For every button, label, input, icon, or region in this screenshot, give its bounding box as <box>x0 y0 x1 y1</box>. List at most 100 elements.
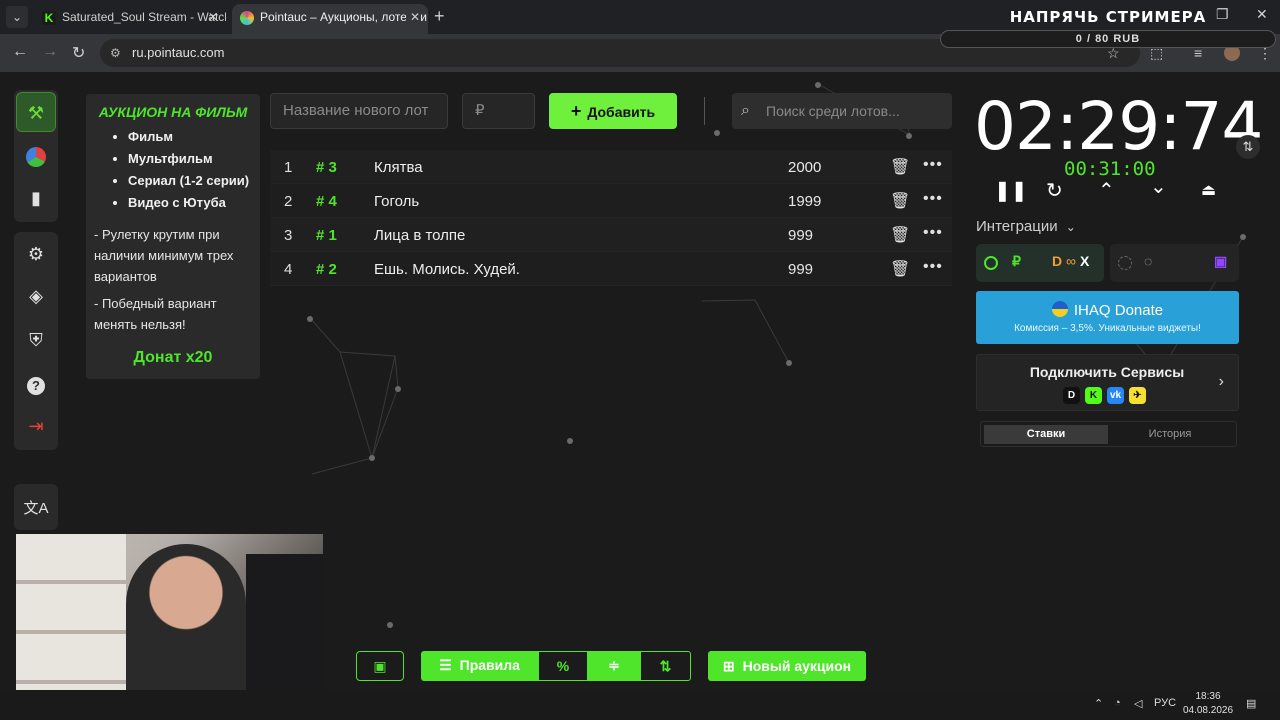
chevron-down-icon[interactable]: ⌄ <box>1150 174 1167 199</box>
lot-id: # 2 <box>316 261 337 278</box>
trash-icon[interactable]: 🗑 <box>890 191 910 211</box>
table-row[interactable]: 4 # 2 Ешь. Молись. Худей. 999 🗑 ••• <box>270 252 952 286</box>
integrations-inactive-group: ◌ ▣ <box>1110 244 1239 282</box>
tab-search-chevron-icon[interactable]: ⌄ <box>6 6 28 28</box>
double-chevron-up-icon[interactable]: ⏏ <box>1201 180 1216 200</box>
donatepay-icon[interactable]: ₽ <box>1012 253 1021 270</box>
list-item: Мультфильм <box>128 148 252 170</box>
volume-icon[interactable]: ◁ <box>1134 697 1142 710</box>
sidebar-item-help[interactable]: ? <box>16 364 56 404</box>
radio-selected-icon[interactable] <box>984 256 998 270</box>
boosty-icon: ✈ <box>1129 387 1146 404</box>
donatehub-icon: D <box>1063 387 1080 404</box>
lot-amount[interactable]: 999 <box>788 261 813 278</box>
close-icon[interactable]: ✕ <box>208 4 218 30</box>
more-options-icon[interactable]: ••• <box>923 258 943 276</box>
swap-icon[interactable]: ⇅ <box>1236 135 1260 159</box>
tab-history[interactable]: История <box>1108 425 1232 444</box>
more-options-icon[interactable]: ••• <box>923 224 943 242</box>
sidebar-item-layers[interactable]: ◈ <box>16 276 56 316</box>
layers-icon: ◈ <box>29 286 43 306</box>
reload-icon[interactable]: ↻ <box>72 43 85 63</box>
lot-amount[interactable]: 2000 <box>788 159 821 176</box>
translate-icon: 文A <box>23 500 49 517</box>
secondary-timer: 00:31:00 <box>1064 158 1156 180</box>
twitch-icon[interactable]: ▣ <box>1214 253 1227 270</box>
new-auction-button[interactable]: ⊞ Новый аукцион <box>708 651 866 681</box>
url-text: ru.pointauc.com <box>132 45 225 60</box>
sidebar-item-auction[interactable]: ⚒ <box>16 92 56 132</box>
taskbar-clock[interactable]: 18:36 04.08.2026 <box>1180 690 1236 718</box>
plus-icon: + <box>570 101 582 121</box>
ihaq-donate-banner[interactable]: IHAQ Donate Комиссия – 3,5%. Уникальные … <box>976 291 1239 344</box>
sidebar-item-logout[interactable]: ⇥ <box>16 406 56 446</box>
donationalerts-icon[interactable]: D <box>1052 253 1062 269</box>
loading-icon[interactable]: ◌ <box>1144 253 1152 269</box>
tab-stream[interactable]: K Saturated_Soul Stream - Watch ✕ <box>34 4 226 34</box>
sidebar-item-settings[interactable]: ⚙ <box>16 234 56 274</box>
new-tab-icon[interactable]: + <box>434 6 445 27</box>
close-icon[interactable]: ✕ <box>405 4 420 30</box>
x-icon[interactable]: X <box>1080 253 1089 269</box>
pause-icon[interactable]: ❚❚ <box>994 178 1028 203</box>
more-options-icon[interactable]: ••• <box>923 156 943 174</box>
ihaq-title: IHAQ Donate <box>1073 302 1164 319</box>
sort-button[interactable]: ⇅ <box>640 651 691 681</box>
kick-favicon-icon: K <box>42 11 56 25</box>
rules-note: - Рулетку крутим при наличии минимум тре… <box>94 227 234 284</box>
lot-name[interactable]: Ешь. Молись. Худей. <box>374 261 520 278</box>
list-icon: ☰ <box>439 657 452 673</box>
lot-name[interactable]: Гоголь <box>374 193 419 210</box>
connect-services-button[interactable]: Подключить Сервисы D K vk ✈ › <box>976 354 1239 411</box>
auction-rules-card: АУКЦИОН НА ФИЛЬМ Фильм Мультфильм Сериал… <box>86 94 260 379</box>
save-icon: ▣ <box>373 658 387 674</box>
notifications-icon[interactable]: ▤ <box>1246 697 1256 710</box>
amount-placeholder: ₽ <box>475 102 485 119</box>
lot-name[interactable]: Лица в толпе <box>374 227 465 244</box>
trash-icon[interactable]: 🗑 <box>890 157 910 177</box>
webcam-overlay <box>16 534 323 706</box>
add-lot-button[interactable]: + Добавить <box>549 93 677 129</box>
tray-chevron-icon[interactable]: ⌃ <box>1094 697 1103 710</box>
forward-icon[interactable]: → <box>42 43 58 61</box>
rules-note: - Победный вариант менять нельзя! <box>94 296 217 332</box>
bg-dot <box>567 438 573 444</box>
wifi-icon[interactable]: ◔ <box>1114 697 1121 709</box>
restart-icon[interactable]: ↻ <box>1046 178 1063 203</box>
more-options-icon[interactable]: ••• <box>923 190 943 208</box>
trash-icon[interactable]: 🗑 <box>890 225 910 245</box>
sidebar-item-wheel[interactable] <box>16 136 56 176</box>
lot-name-input[interactable]: Название нового лот <box>270 93 448 129</box>
lot-amount[interactable]: 1999 <box>788 193 821 210</box>
rules-button[interactable]: ☰ Правила <box>421 651 538 681</box>
lot-search-input[interactable]: ⌕ Поиск среди лотов... <box>732 93 952 129</box>
table-row[interactable]: 1 # 3 Клятва 2000 🗑 ••• <box>270 150 952 184</box>
save-button[interactable]: ▣ <box>356 651 404 681</box>
list-item: Фильм <box>128 126 252 148</box>
lot-id: # 3 <box>316 159 337 176</box>
radio-unselected-icon[interactable] <box>1118 256 1132 270</box>
language-indicator[interactable]: РУС <box>1154 697 1176 709</box>
lot-name[interactable]: Клятва <box>374 159 423 176</box>
table-row[interactable]: 2 # 4 Гоголь 1999 🗑 ••• <box>270 184 952 218</box>
person <box>126 544 246 706</box>
table-row[interactable]: 3 # 1 Лица в толпе 999 🗑 ••• <box>270 218 952 252</box>
tab-bids[interactable]: Ставки <box>984 425 1108 444</box>
integrations-toggle[interactable]: Интеграции ⌄ <box>976 218 1076 235</box>
sidebar-item-security[interactable]: ⛨ <box>16 320 56 360</box>
back-icon[interactable]: ← <box>12 43 28 61</box>
merge-button[interactable]: ≑ <box>588 651 640 681</box>
chevron-up-icon[interactable]: ⌃ <box>1098 178 1115 203</box>
percent-button[interactable]: % <box>538 651 588 681</box>
lot-amount-input[interactable]: ₽ <box>462 93 535 129</box>
sidebar-item-stats[interactable]: ▮ <box>16 178 56 218</box>
sidebar-bottom: 文A <box>14 484 58 530</box>
tab-pointauc[interactable]: Pointauc – Аукционы, лотереи ✕ <box>232 4 428 34</box>
da-icon[interactable]: ∞ <box>1066 253 1076 269</box>
language-button[interactable]: 文A <box>16 487 56 527</box>
lot-amount[interactable]: 999 <box>788 227 813 244</box>
trash-icon[interactable]: 🗑 <box>890 259 910 279</box>
site-settings-icon[interactable]: ⚙ <box>110 39 121 67</box>
shield-icon: ⛨ <box>29 330 43 350</box>
lot-id: # 1 <box>316 227 337 244</box>
